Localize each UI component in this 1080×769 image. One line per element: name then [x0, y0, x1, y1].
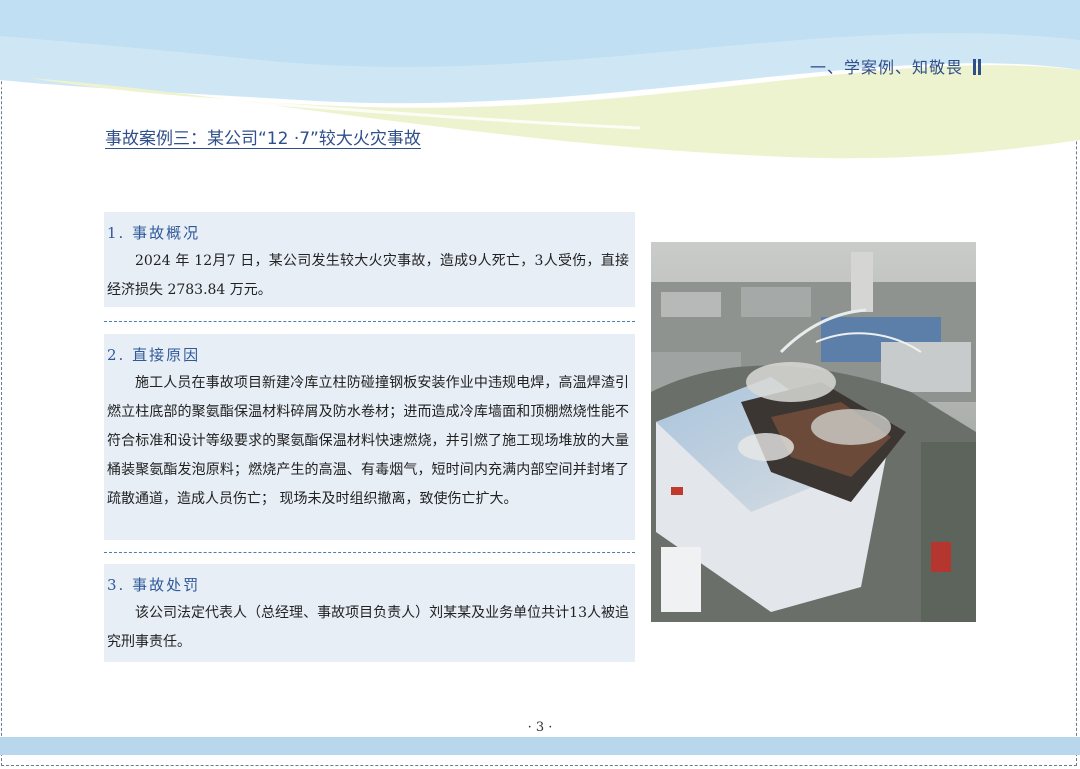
dashed-divider	[104, 552, 635, 553]
dashed-divider	[104, 321, 635, 322]
section-body: 2024 年 12月7 日，某公司发生较大火灾事故，造成9人死亡，3人受伤，直接…	[107, 253, 629, 298]
page-title: 事故案例三：某公司“12 ·7”较大火灾事故	[105, 129, 421, 149]
section-body: 该公司法定代表人（总经理、事故项目负责人）刘某某及业务单位共计13人被追究刑事责…	[107, 605, 629, 650]
section-body: 施工人员在事故项目新建冷库立柱防碰撞钢板安装作业中违规电焊，高温焊渣引燃立柱底部…	[107, 375, 629, 507]
section-panel-penalty: 3. 事故处罚 该公司法定代表人（总经理、事故项目负责人）刘某某及业务单位共计1…	[104, 564, 635, 662]
footer-band	[0, 737, 1080, 755]
section-header-text: 一、学案例、知敬畏	[809, 58, 963, 77]
section-heading: 2. 直接原因	[107, 346, 201, 364]
fire-scene-photo	[651, 242, 976, 622]
section-panel-overview: 1. 事故概况 2024 年 12月7 日，某公司发生较大火灾事故，造成9人死亡…	[104, 212, 635, 307]
section-panel-cause: 2. 直接原因 施工人员在事故项目新建冷库立柱防碰撞钢板安装作业中违规电焊，高温…	[104, 334, 635, 540]
section-heading: 3. 事故处罚	[107, 576, 201, 594]
section-header: 一、学案例、知敬畏	[810, 54, 976, 78]
header-bar-icon	[973, 59, 976, 75]
page-number: · 3 ·	[527, 720, 553, 735]
section-heading: 1. 事故概况	[107, 224, 201, 242]
